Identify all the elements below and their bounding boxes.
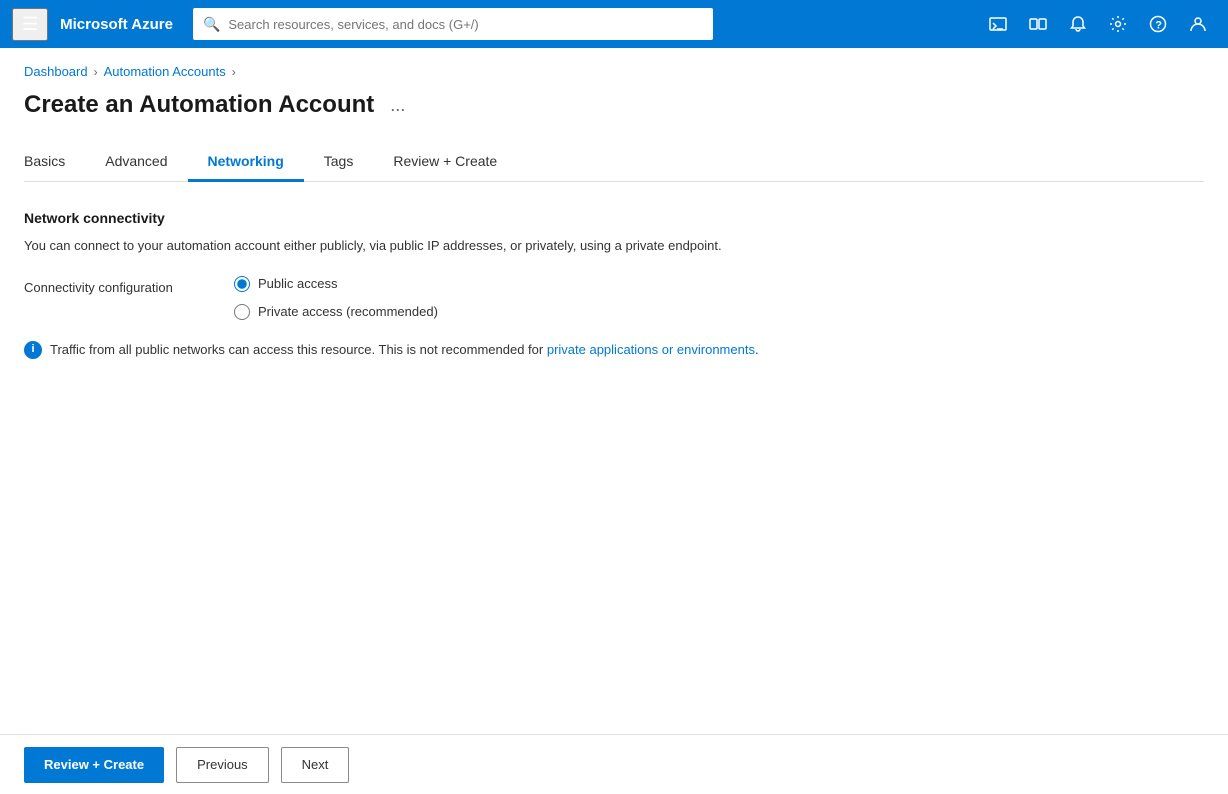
directory-button[interactable]: [1020, 6, 1056, 42]
search-input[interactable]: [228, 17, 703, 32]
page-title: Create an Automation Account: [24, 91, 374, 119]
info-text-part2: .: [755, 342, 759, 357]
private-access-option[interactable]: Private access (recommended): [234, 304, 438, 320]
tab-networking[interactable]: Networking: [188, 143, 304, 182]
breadcrumb-separator-2: ›: [232, 65, 236, 79]
page-title-row: Create an Automation Account ...: [24, 91, 1204, 119]
tab-advanced[interactable]: Advanced: [85, 143, 187, 182]
section-title: Network connectivity: [24, 210, 1204, 226]
svg-text:?: ?: [1155, 20, 1162, 32]
page-more-button[interactable]: ...: [384, 93, 411, 118]
next-button[interactable]: Next: [281, 747, 350, 783]
hamburger-menu-button[interactable]: ☰: [12, 8, 48, 41]
search-bar: 🔍: [193, 8, 713, 40]
review-create-button[interactable]: Review + Create: [24, 747, 164, 783]
profile-button[interactable]: [1180, 6, 1216, 42]
main-content: Dashboard › Automation Accounts › Create…: [0, 48, 1228, 734]
breadcrumb-separator-1: ›: [94, 65, 98, 79]
public-access-option[interactable]: Public access: [234, 276, 438, 292]
settings-button[interactable]: [1100, 6, 1136, 42]
private-access-radio[interactable]: [234, 304, 250, 320]
info-link[interactable]: private applications or environments: [547, 342, 755, 357]
network-connectivity-section: Network connectivity You can connect to …: [24, 210, 1204, 359]
tab-review-create[interactable]: Review + Create: [373, 143, 517, 182]
section-description: You can connect to your automation accou…: [24, 236, 1204, 256]
private-access-label: Private access (recommended): [258, 304, 438, 319]
tab-basics[interactable]: Basics: [24, 143, 85, 182]
topnav-icon-group: ?: [980, 6, 1216, 42]
previous-button[interactable]: Previous: [176, 747, 269, 783]
info-text: Traffic from all public networks can acc…: [50, 340, 759, 360]
tab-tags[interactable]: Tags: [304, 143, 374, 182]
public-access-label: Public access: [258, 276, 337, 291]
wizard-tabs: Basics Advanced Networking Tags Review +…: [24, 143, 1204, 182]
notifications-button[interactable]: [1060, 6, 1096, 42]
help-button[interactable]: ?: [1140, 6, 1176, 42]
info-text-part1: Traffic from all public networks can acc…: [50, 342, 547, 357]
breadcrumb: Dashboard › Automation Accounts ›: [24, 64, 1204, 79]
info-box: i Traffic from all public networks can a…: [24, 340, 784, 360]
connectivity-config-row: Connectivity configuration Public access…: [24, 276, 1204, 320]
top-navigation: ☰ Microsoft Azure 🔍 ?: [0, 0, 1228, 48]
azure-logo: Microsoft Azure: [60, 16, 173, 33]
info-icon: i: [24, 341, 42, 359]
breadcrumb-automation-accounts[interactable]: Automation Accounts: [104, 64, 226, 79]
breadcrumb-dashboard[interactable]: Dashboard: [24, 64, 88, 79]
public-access-radio[interactable]: [234, 276, 250, 292]
connectivity-config-label: Connectivity configuration: [24, 276, 204, 295]
cloud-shell-button[interactable]: [980, 6, 1016, 42]
connectivity-options: Public access Private access (recommende…: [234, 276, 438, 320]
bottom-bar: Review + Create Previous Next: [0, 734, 1228, 794]
search-icon: 🔍: [203, 16, 220, 33]
